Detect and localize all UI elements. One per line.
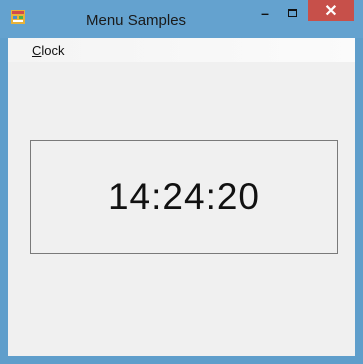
clock-panel: 14:24:20 [30, 140, 338, 254]
close-button[interactable]: ✕ [308, 0, 354, 21]
maximize-button[interactable] [279, 2, 305, 24]
menu-clock[interactable]: Clock [32, 43, 65, 58]
menu-bar: Clock [8, 38, 355, 62]
menu-clock-mnemonic: C [32, 43, 42, 58]
app-icon[interactable] [11, 10, 25, 24]
client-area: Clock 14:24:20 [8, 38, 355, 356]
menu-clock-label: lock [41, 43, 65, 58]
minimize-icon: – [261, 5, 269, 21]
close-icon: ✕ [324, 2, 338, 20]
window-title: Menu Samples [86, 12, 187, 29]
minimize-button[interactable]: – [252, 2, 278, 24]
title-bar[interactable]: Menu Samples – ✕ [0, 0, 363, 38]
clock-display: 14:24:20 [107, 176, 261, 217]
app-window: Menu Samples – ✕ Clock 14:24:20 [0, 0, 363, 364]
maximize-icon [287, 9, 297, 17]
